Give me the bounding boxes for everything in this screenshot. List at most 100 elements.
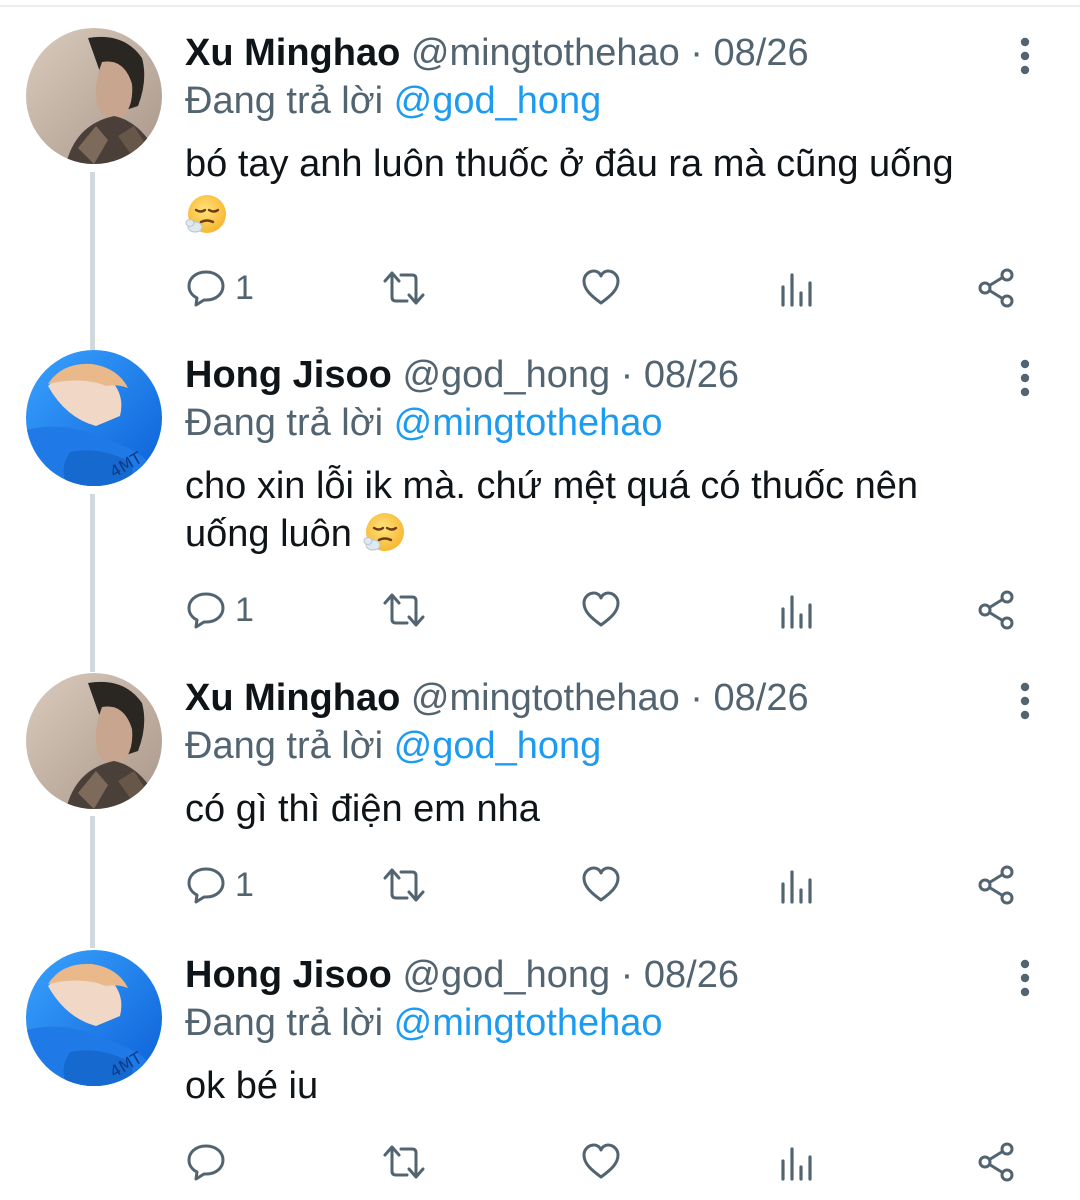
like-button[interactable]: [580, 585, 622, 635]
author-handle[interactable]: @mingtothehao: [411, 32, 680, 74]
tweet[interactable]: Xu Minghao @mingtothehao · 08/26 Đang tr…: [0, 28, 1080, 328]
replying-to-mention[interactable]: @mingtothehao: [394, 1002, 663, 1044]
analytics-button[interactable]: [779, 585, 815, 635]
reply-button[interactable]: [185, 1137, 235, 1187]
analytics-button[interactable]: [779, 860, 815, 910]
tweet-text-content: bó tay anh luôn thuốc ở đâu ra mà cũng u…: [185, 143, 954, 185]
more-options-icon[interactable]: [1010, 681, 1040, 721]
share-icon: [978, 865, 1014, 905]
analytics-icon: [781, 870, 812, 904]
tweet-header: Xu Minghao @mingtothehao · 08/26: [185, 28, 809, 78]
tweet-text: ok bé iu: [185, 1062, 1025, 1110]
share-button[interactable]: [975, 263, 1017, 313]
retweet-icon: [383, 1145, 425, 1179]
face-exhaling-icon: [185, 193, 228, 235]
tweet-header: Hong Jisoo @god_hong · 08/26: [185, 350, 739, 400]
retweet-icon: [383, 593, 425, 627]
more-options-icon[interactable]: [1010, 358, 1040, 398]
like-button[interactable]: [580, 263, 622, 313]
tweet-actions: 1: [185, 860, 1035, 910]
author-handle[interactable]: @god_hong: [402, 354, 610, 396]
reply-icon: [187, 592, 225, 629]
analytics-button[interactable]: [779, 263, 815, 313]
more-options-icon[interactable]: [1010, 36, 1040, 76]
like-button[interactable]: [580, 1137, 622, 1187]
avatar[interactable]: [26, 950, 162, 1086]
retweet-icon: [383, 271, 425, 305]
author-name[interactable]: Xu Minghao: [185, 677, 400, 719]
replying-to: Đang trả lời @mingtothehao: [185, 998, 663, 1048]
replying-to: Đang trả lời @god_hong: [185, 76, 601, 126]
tweet-header: Xu Minghao @mingtothehao · 08/26: [185, 673, 809, 723]
separator-dot: ·: [690, 677, 703, 719]
retweet-icon: [383, 868, 425, 902]
tweet-text-line-1: cho xin lỗi ik mà. chứ mệt quá có thuốc …: [185, 465, 919, 507]
replying-to-mention[interactable]: @god_hong: [394, 80, 602, 122]
tweet-text-content: có gì thì điện em nha: [185, 788, 540, 830]
tweet[interactable]: Xu Minghao @mingtothehao · 08/26 Đang tr…: [0, 673, 1080, 923]
replying-to: Đang trả lời @god_hong: [185, 721, 601, 771]
replying-to-mention[interactable]: @god_hong: [394, 725, 602, 767]
tweet-date[interactable]: 08/26: [714, 32, 809, 74]
analytics-icon: [781, 1147, 812, 1181]
tweet-text-line-2: uống luôn: [185, 513, 352, 555]
author-handle[interactable]: @mingtothehao: [411, 677, 680, 719]
retweet-button[interactable]: [381, 860, 427, 910]
author-handle[interactable]: @god_hong: [402, 954, 610, 996]
author-name[interactable]: Hong Jisoo: [185, 954, 392, 996]
replying-to-mention[interactable]: @mingtothehao: [394, 402, 663, 444]
like-icon: [582, 269, 620, 305]
tweet-actions: 1: [185, 585, 1035, 635]
replying-to-label: Đang trả lời: [185, 80, 384, 122]
tweet-text-content: ok bé iu: [185, 1065, 319, 1107]
more-options-icon[interactable]: [1010, 958, 1040, 998]
tweet-date[interactable]: 08/26: [644, 954, 739, 996]
avatar[interactable]: [26, 28, 162, 164]
replying-to-label: Đang trả lời: [185, 402, 384, 444]
separator-dot: ·: [620, 954, 634, 996]
reply-button[interactable]: 1: [185, 860, 254, 910]
replying-to-label: Đang trả lời: [185, 1002, 384, 1044]
tweet-date[interactable]: 08/26: [644, 354, 739, 396]
reply-count: 1: [235, 866, 254, 904]
share-button[interactable]: [975, 860, 1017, 910]
analytics-icon: [781, 273, 812, 307]
reply-icon: [187, 1144, 225, 1181]
avatar[interactable]: [26, 350, 162, 486]
share-icon: [978, 590, 1014, 630]
reply-count: 1: [235, 269, 254, 307]
tweet-date[interactable]: 08/26: [714, 677, 809, 719]
analytics-icon: [781, 595, 812, 629]
retweet-button[interactable]: [381, 263, 427, 313]
retweet-button[interactable]: [381, 585, 427, 635]
like-icon: [582, 866, 620, 902]
avatar[interactable]: [26, 673, 162, 809]
author-name[interactable]: Hong Jisoo: [185, 354, 392, 396]
tweet-text: có gì thì điện em nha: [185, 785, 1025, 833]
replying-to: Đang trả lời @mingtothehao: [185, 398, 663, 448]
top-divider: [0, 5, 1080, 7]
tweet-actions: [185, 1137, 1035, 1187]
share-button[interactable]: [975, 1137, 1017, 1187]
share-icon: [978, 1142, 1014, 1182]
like-icon: [582, 1143, 620, 1179]
reply-button[interactable]: 1: [185, 263, 254, 313]
reply-count: 1: [235, 591, 254, 629]
author-name[interactable]: Xu Minghao: [185, 32, 400, 74]
reply-icon: [187, 270, 225, 307]
like-button[interactable]: [580, 860, 622, 910]
replying-to-label: Đang trả lời: [185, 725, 384, 767]
retweet-button[interactable]: [381, 1137, 427, 1187]
separator-dot: ·: [690, 32, 703, 74]
face-exhaling-icon: [362, 511, 405, 553]
reply-icon: [187, 867, 225, 904]
tweet[interactable]: Hong Jisoo @god_hong · 08/26 Đang trả lờ…: [0, 950, 1080, 1200]
share-button[interactable]: [975, 585, 1017, 635]
tweet-text: cho xin lỗi ik mà. chứ mệt quá có thuốc …: [185, 462, 1025, 558]
tweet-text: bó tay anh luôn thuốc ở đâu ra mà cũng u…: [185, 140, 1025, 240]
reply-button[interactable]: 1: [185, 585, 254, 635]
like-icon: [582, 591, 620, 627]
tweet[interactable]: Hong Jisoo @god_hong · 08/26 Đang trả lờ…: [0, 350, 1080, 650]
share-icon: [978, 268, 1014, 308]
analytics-button[interactable]: [779, 1137, 815, 1187]
